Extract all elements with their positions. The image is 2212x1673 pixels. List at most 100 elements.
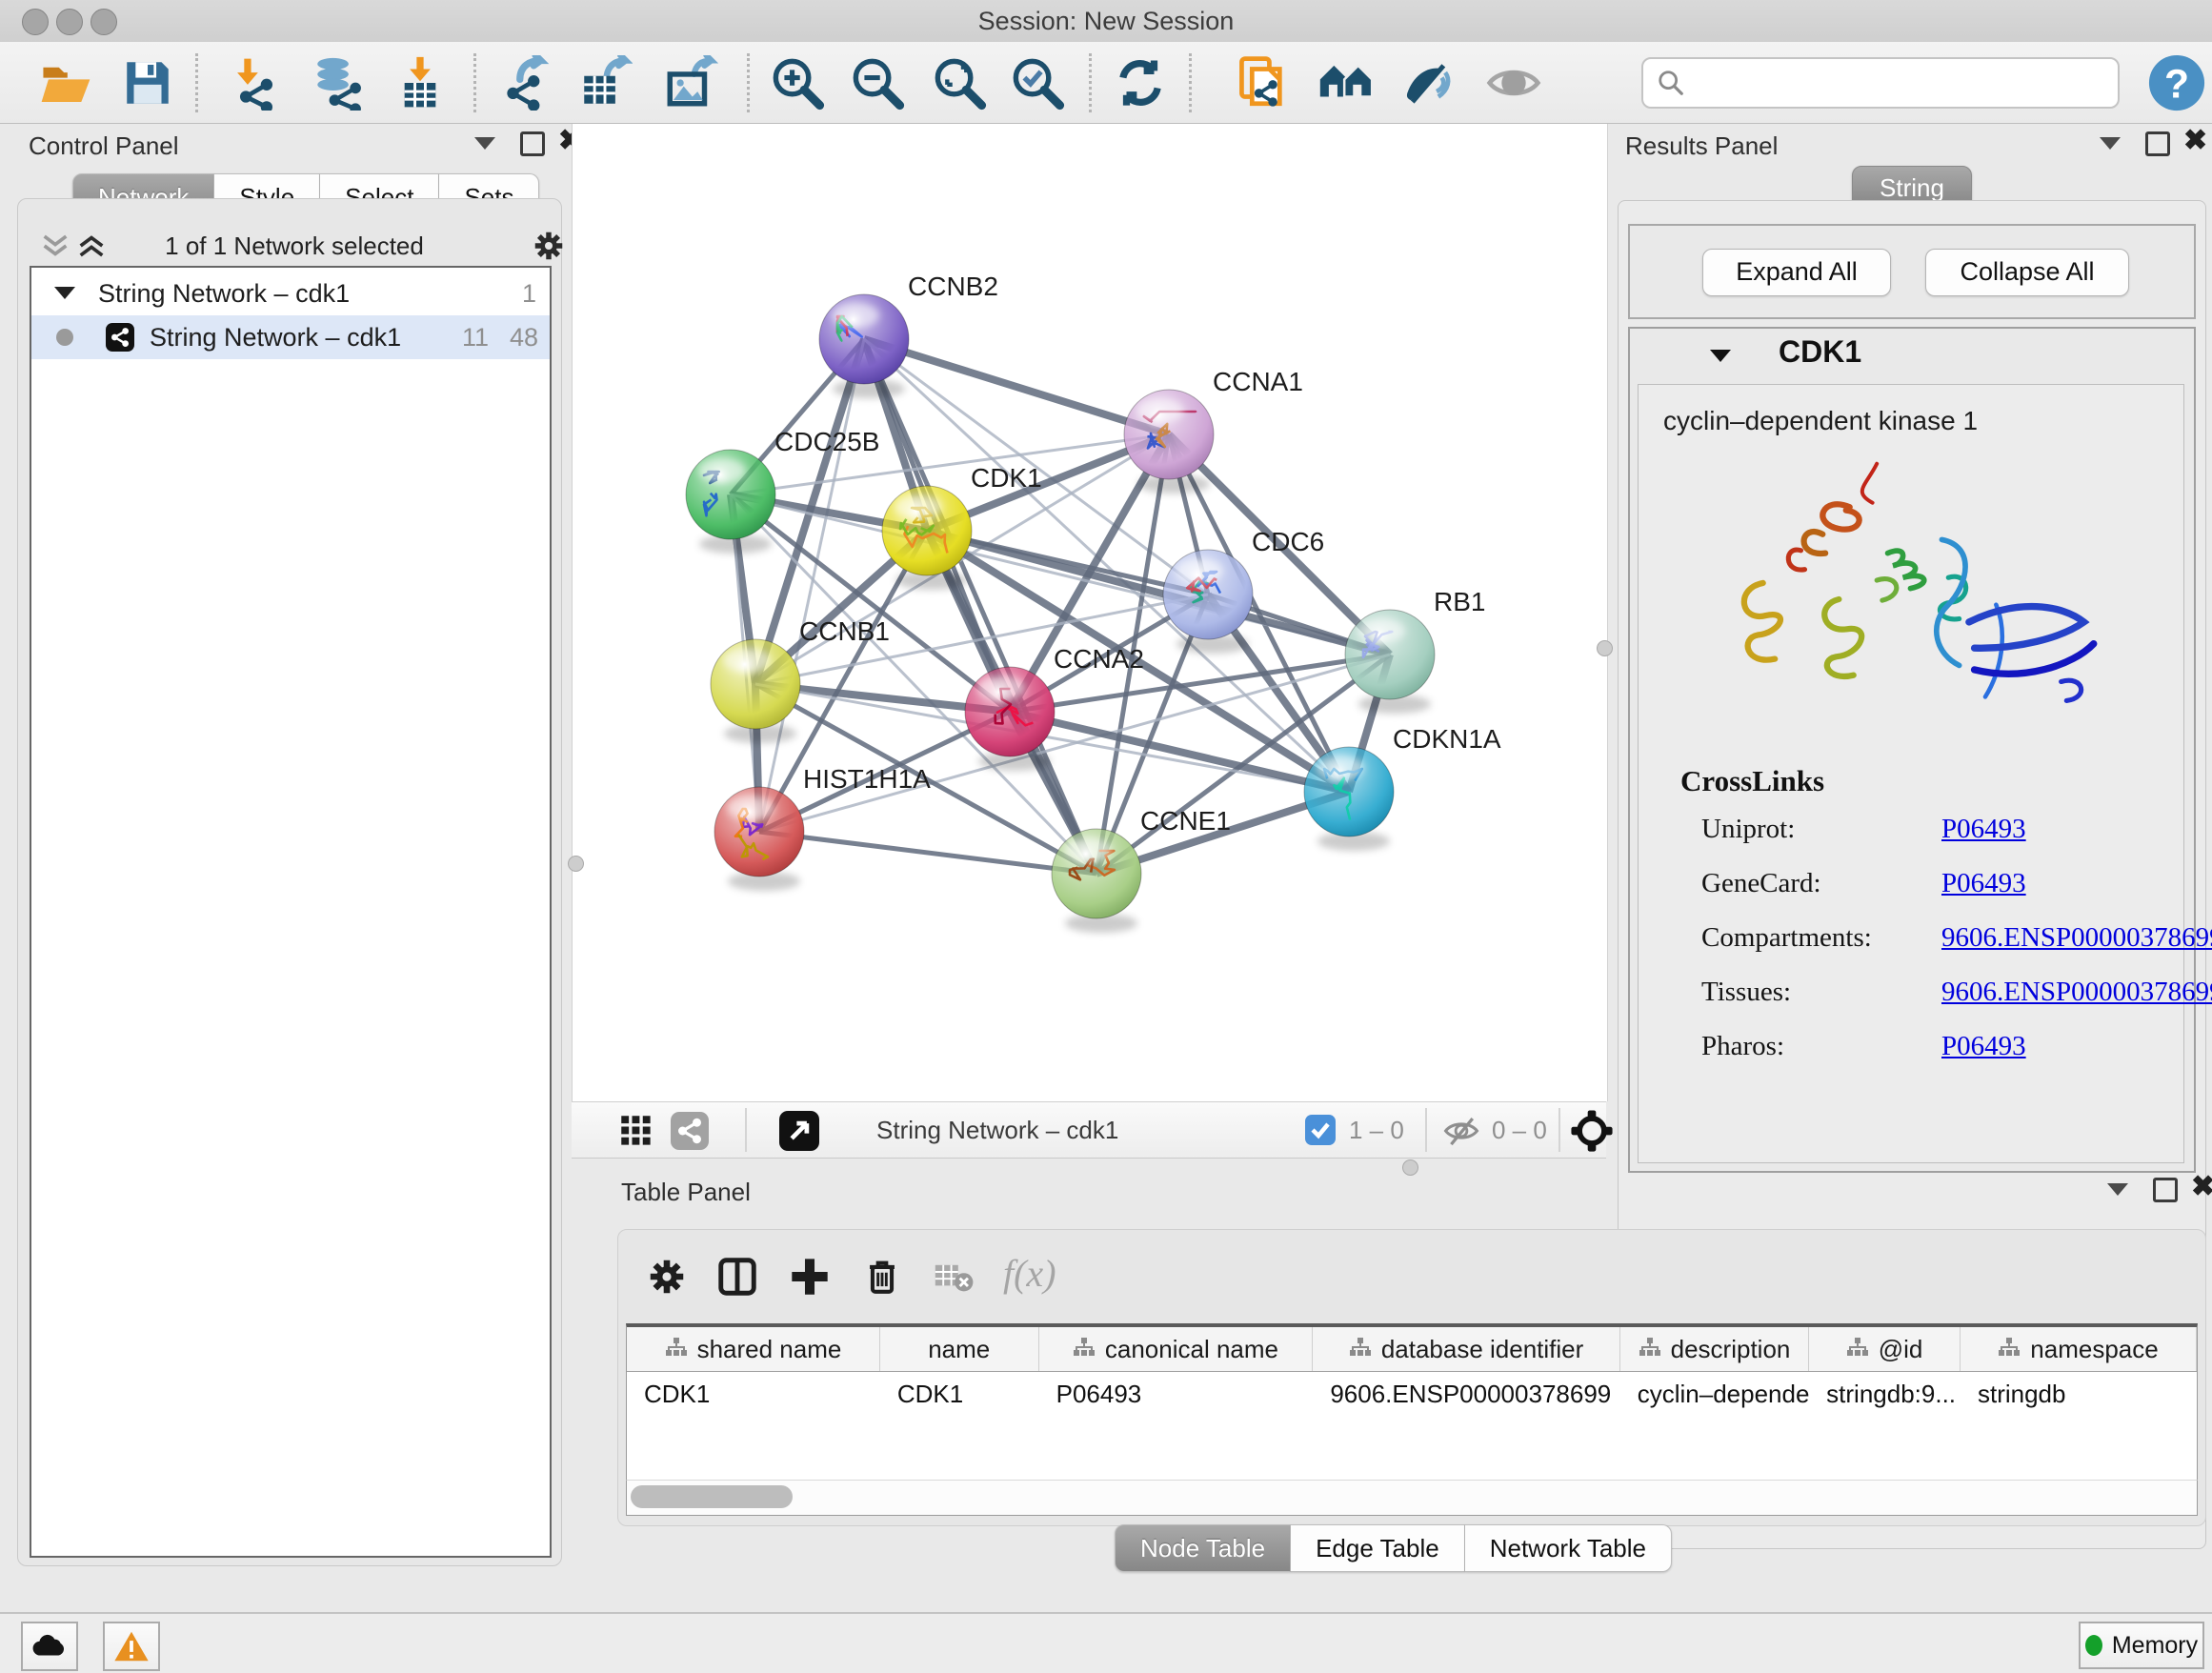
open-in-window-icon[interactable] [779, 1111, 819, 1151]
memory-button[interactable]: Memory [2079, 1622, 2204, 1669]
warnings-button[interactable] [103, 1622, 160, 1671]
tree-expand-icon[interactable] [54, 287, 75, 299]
export-table-icon[interactable] [577, 55, 633, 111]
panel-float-icon[interactable] [2145, 131, 2170, 156]
column-header-database-identifier[interactable]: database identifier [1313, 1327, 1619, 1371]
minimize-window-button[interactable] [56, 9, 83, 35]
add-column-icon[interactable] [788, 1255, 832, 1299]
save-session-icon[interactable] [120, 55, 175, 111]
table-horizontal-scrollbar[interactable] [626, 1480, 2198, 1516]
left-splitter-handle[interactable] [568, 856, 584, 872]
right-splitter-handle[interactable] [1597, 640, 1613, 656]
tab-edge-table[interactable]: Edge Table [1291, 1524, 1465, 1572]
zoom-in-icon[interactable] [770, 55, 825, 111]
refresh-layout-icon[interactable] [1113, 55, 1168, 111]
column-header-name[interactable]: name [880, 1327, 1039, 1371]
toolbar-separator [195, 53, 198, 112]
birds-eye-toggle-icon[interactable] [1570, 1109, 1614, 1153]
table-cell[interactable]: stringdb:9... [1809, 1372, 1961, 1416]
network-node-CDK1[interactable] [882, 486, 972, 590]
network-node-CCNA2[interactable] [965, 667, 1055, 771]
show-columns-icon[interactable] [715, 1255, 759, 1299]
table-cell[interactable]: P06493 [1039, 1372, 1314, 1416]
network-node-CCNB2[interactable] [819, 294, 909, 398]
memory-label: Memory [2112, 1632, 2198, 1660]
crosslink-link[interactable]: 9606.ENSP00000378699 [1941, 922, 2212, 954]
panel-float-icon[interactable] [520, 131, 545, 156]
crosslink-link[interactable]: P06493 [1941, 1031, 2026, 1062]
selected-checkbox-icon[interactable] [1305, 1115, 1336, 1145]
crosslink-link[interactable]: P06493 [1941, 814, 2026, 845]
help-icon[interactable]: ? [2147, 53, 2206, 112]
table-panel-title: Table Panel [621, 1178, 751, 1207]
network-view-canvas[interactable]: CCNB2CCNA1CDC25BCDK1CDC6RB1CCNB1CCNA2CDK… [572, 124, 1608, 1101]
network-collection-row[interactable]: String Network – cdk1 1 [31, 272, 550, 315]
scrollbar-thumb[interactable] [631, 1485, 793, 1508]
column-header-shared-name[interactable]: shared name [627, 1327, 880, 1371]
zoom-out-icon[interactable] [850, 55, 905, 111]
expand-all-button[interactable]: Expand All [1702, 249, 1891, 296]
node-label-CCNA1: CCNA1 [1213, 367, 1303, 396]
expand-all-icon[interactable] [75, 232, 108, 260]
panel-menu-icon[interactable] [474, 137, 495, 150]
clone-network-icon[interactable] [1237, 55, 1292, 111]
table-cell[interactable]: stringdb [1961, 1372, 2197, 1416]
hidden-eye-icon[interactable] [1442, 1114, 1480, 1148]
network-node-CDC6[interactable] [1163, 550, 1253, 654]
svg-text:?: ? [2164, 62, 2189, 108]
column-header-description[interactable]: description [1620, 1327, 1809, 1371]
zoom-selected-icon[interactable] [1010, 55, 1065, 111]
panel-close-icon[interactable]: ✖ [2191, 1178, 2212, 1197]
delete-column-icon[interactable] [860, 1255, 904, 1299]
table-body: CDK1CDK1P064939606.ENSP00000378699cyclin… [627, 1372, 2197, 1416]
open-session-icon[interactable] [38, 55, 93, 111]
import-network-database-icon[interactable] [311, 55, 366, 111]
network-node-HIST1H1A[interactable] [714, 787, 804, 891]
table-row[interactable]: CDK1CDK1P064939606.ENSP00000378699cyclin… [627, 1372, 2197, 1416]
section-collapse-icon[interactable] [1710, 350, 1731, 362]
network-node-CCNE1[interactable] [1052, 829, 1141, 933]
close-window-button[interactable] [22, 9, 49, 35]
network-node-CCNA1[interactable] [1124, 390, 1214, 494]
panel-float-icon[interactable] [2153, 1178, 2178, 1202]
network-row-selected[interactable]: String Network – cdk1 11 48 [31, 315, 550, 359]
toolbar-separator [1189, 53, 1192, 112]
column-header-@id[interactable]: @id [1809, 1327, 1961, 1371]
table-settings-gear-icon[interactable] [645, 1255, 689, 1299]
collapse-all-button[interactable]: Collapse All [1925, 249, 2129, 296]
table-cell[interactable]: cyclin–dependent ... [1620, 1372, 1809, 1416]
table-cell[interactable]: CDK1 [880, 1372, 1039, 1416]
search-input[interactable] [1697, 63, 2101, 101]
import-network-file-icon[interactable] [229, 55, 284, 111]
export-network-icon[interactable] [499, 55, 554, 111]
cloud-button[interactable] [21, 1622, 78, 1671]
expand-collapse-box: Expand All Collapse All [1628, 224, 2196, 319]
network-node-RB1[interactable] [1345, 610, 1435, 714]
crosslink-link[interactable]: P06493 [1941, 868, 2026, 899]
panel-menu-icon[interactable] [2107, 1183, 2128, 1196]
network-node-CDKN1A[interactable] [1304, 747, 1394, 851]
separator [1425, 1108, 1427, 1152]
column-header-namespace[interactable]: namespace [1961, 1327, 2197, 1371]
export-image-icon[interactable] [663, 55, 718, 111]
network-share-icon[interactable] [671, 1112, 709, 1150]
collapse-all-icon[interactable] [39, 232, 71, 260]
tab-network-table[interactable]: Network Table [1465, 1524, 1672, 1572]
show-all-networks-icon[interactable] [1318, 55, 1374, 111]
hide-selected-icon[interactable] [1400, 55, 1456, 111]
network-node-CDC25B[interactable] [686, 450, 775, 554]
zoom-window-button[interactable] [90, 9, 117, 35]
table-cell[interactable]: 9606.ENSP00000378699 [1313, 1372, 1619, 1416]
node-table[interactable]: shared namenamecanonical namedatabase id… [626, 1323, 2198, 1482]
network-node-CCNB1[interactable] [711, 639, 800, 743]
table-cell[interactable]: CDK1 [627, 1372, 880, 1416]
panel-close-icon[interactable]: ✖ [2183, 131, 2207, 151]
panel-menu-icon[interactable] [2100, 137, 2121, 150]
gear-icon[interactable] [531, 228, 567, 264]
tab-node-table[interactable]: Node Table [1115, 1524, 1291, 1572]
zoom-fit-icon[interactable] [932, 55, 987, 111]
crosslink-link[interactable]: 9606.ENSP00000378699 [1941, 977, 2212, 1008]
grid-view-icon[interactable] [619, 1114, 654, 1148]
column-header-canonical-name[interactable]: canonical name [1039, 1327, 1314, 1371]
import-table-icon[interactable] [392, 55, 448, 111]
